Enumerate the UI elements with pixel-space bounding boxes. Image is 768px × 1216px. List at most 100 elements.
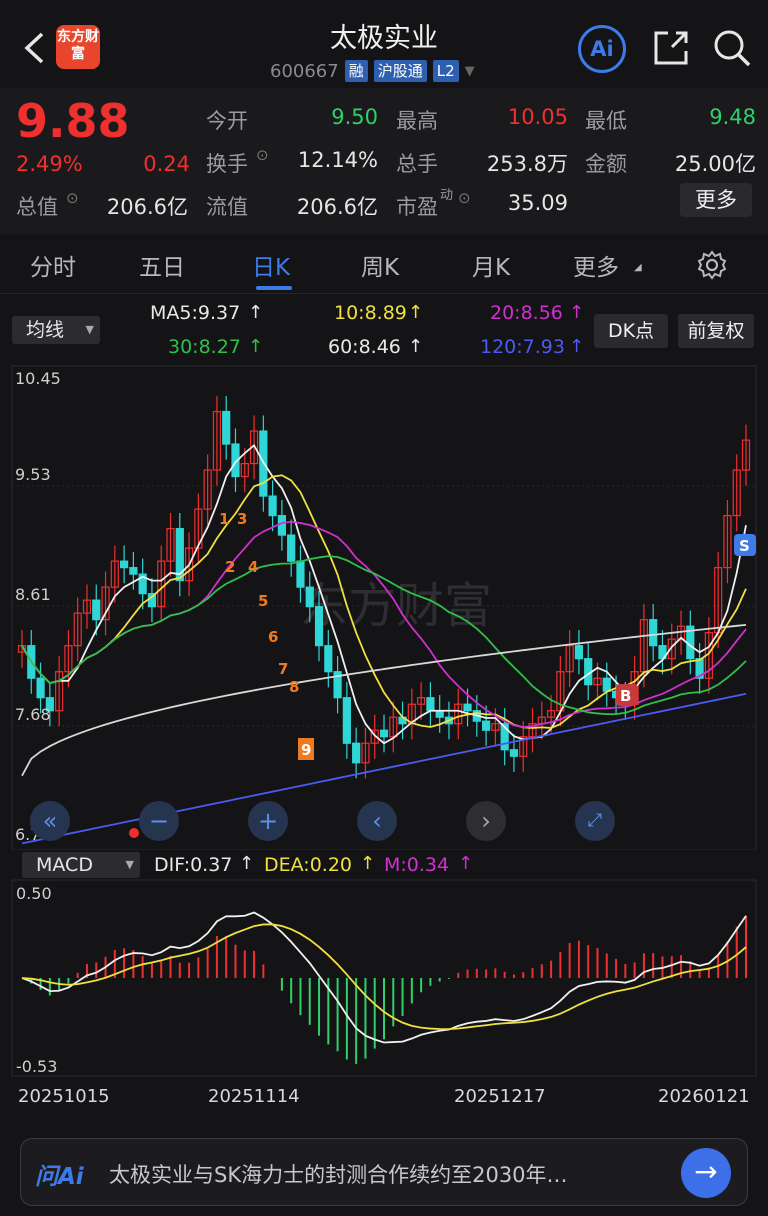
scroll-right-button[interactable]: › [466,801,506,841]
up-arrow-icon: ↑ [569,336,585,357]
change-amount: 0.24 [143,152,190,176]
up-arrow-icon: ↑ [248,336,264,357]
date-label: 20251015 [18,1086,110,1107]
volume-label: 总手 [396,152,438,176]
up-arrow-icon: ↑ [408,336,424,357]
tab-monthly-k[interactable]: 月K [472,248,510,282]
candle-body [120,560,129,569]
quote-panel: 9.88 2.49% 0.24 今开 9.50 最高 10.05 最低 9.48… [0,88,768,234]
more-button[interactable]: 更多 [680,183,752,217]
info-icon[interactable]: ⊙ [256,146,269,164]
y-tick: 10.45 [15,369,61,388]
macd-plot [21,911,747,1064]
header-bar: 东方财富 太极实业 600667 融 沪股通 L2 ▼ Ai [0,0,768,88]
candle-body [574,645,584,660]
tab-intraday[interactable]: 分时 [30,248,76,282]
search-icon[interactable] [712,28,752,68]
td-signal: 4 [248,558,258,576]
candle-body [287,534,296,562]
change-percent: 2.49% [16,152,83,176]
ma-selector-label: 均线 [26,319,65,341]
float-label: 流值 [206,195,248,219]
tab-weekly-k[interactable]: 周K [361,248,399,282]
candle-body [379,729,389,738]
active-tab-underline [256,286,292,290]
volume-value: 253.8万 [486,152,568,176]
date-label: 20251114 [208,1086,300,1107]
info-icon[interactable]: ⊙ [66,189,79,207]
tab-five-day[interactable]: 五日 [139,248,185,282]
pe-dynamic-mark: 动 [440,188,454,203]
candle-body [222,410,231,445]
low-label: 最低 [585,109,627,133]
pe-value: 35.09 [507,191,568,215]
ma30-value: 30:8.27 [168,336,241,358]
zoom-out-button[interactable]: − [139,801,179,841]
td-signal: 1 [219,510,229,528]
ai-news-bar[interactable]: 问Ai 太极实业与SK海力士的封测合作续约至2030年… → [20,1138,748,1206]
ma60-value: 60:8.46 [328,336,401,358]
mcap-label: 总值 [16,195,58,219]
adjust-button[interactable]: 前复权 [678,314,754,348]
ma-selector[interactable]: 均线 ▼ [12,316,100,344]
candle-body [92,599,101,621]
connect-tag: 沪股通 [373,60,427,82]
y-tick: 9.53 [15,465,51,484]
candle-body [36,677,45,699]
td-signal: 3 [237,510,247,528]
candle-body [352,742,361,764]
candle-body [305,586,314,608]
up-arrow-icon: ↑ [408,302,424,323]
td-signal: 7 [278,660,288,678]
buy-signal: B [620,687,631,705]
tab-more[interactable]: 更多 [573,248,619,282]
latest-marker [129,828,139,838]
low-value: 9.48 [709,105,756,129]
gear-icon[interactable] [697,250,727,280]
td-signal: 6 [268,628,278,646]
y-tick: 8.61 [15,585,51,604]
stock-subtitle: 600667 融 沪股通 L2 ▼ [270,60,475,82]
high-label: 最高 [396,109,438,133]
date-label: 20260121 [658,1086,750,1107]
candle-body [314,606,324,647]
rewind-button[interactable]: « [30,801,70,841]
fullscreen-button[interactable]: ⤢ [575,801,615,841]
stock-code: 600667 [270,60,339,82]
macd-y-top: 0.50 [16,884,52,903]
candle-body [426,697,435,712]
candle-body [463,703,472,712]
turnover-label: 换手 [206,152,248,176]
margin-tag: 融 [344,60,368,82]
more-arrow-icon: ◢ [634,262,642,273]
macd-chart[interactable]: 0.50 -0.53 [0,850,768,1082]
candle-body [509,749,519,757]
open-value: 9.50 [331,105,378,129]
td-signal: 5 [258,592,268,610]
candle-body [296,560,305,588]
amount-label: 金额 [585,152,627,176]
info-icon[interactable]: ⊙ [458,189,471,207]
candle-body [277,514,286,536]
scroll-left-button[interactable]: ‹ [357,801,397,841]
dropdown-icon: ▼ [85,323,94,336]
up-arrow-icon: ↑ [248,302,264,323]
tab-daily-k[interactable]: 日K [252,248,290,282]
amount-value: 25.00亿 [674,152,756,176]
l2-tag: L2 [432,60,459,82]
sell-signal: S [739,537,750,555]
chevron-down-icon[interactable]: ▼ [465,64,475,79]
ma120-value: 120:7.93 [480,336,565,358]
open-label: 今开 [206,109,248,133]
share-icon[interactable] [652,29,690,67]
candle-body [268,495,277,517]
macd-y-bottom: -0.53 [16,1057,57,1076]
candle-body [324,645,333,673]
arrow-right-icon[interactable]: → [681,1148,731,1198]
candle-body [342,697,351,744]
dk-point-button[interactable]: DK点 [594,314,668,348]
ai-button[interactable]: Ai [578,25,626,73]
kline-chart[interactable]: 东方财富 10.45 9.53 8.61 7.68 6.76 1 2 3 4 5… [0,362,768,850]
zoom-in-button[interactable]: + [248,801,288,841]
period-tabs: 分时 五日 日K 周K 月K 更多 ◢ [0,234,768,294]
